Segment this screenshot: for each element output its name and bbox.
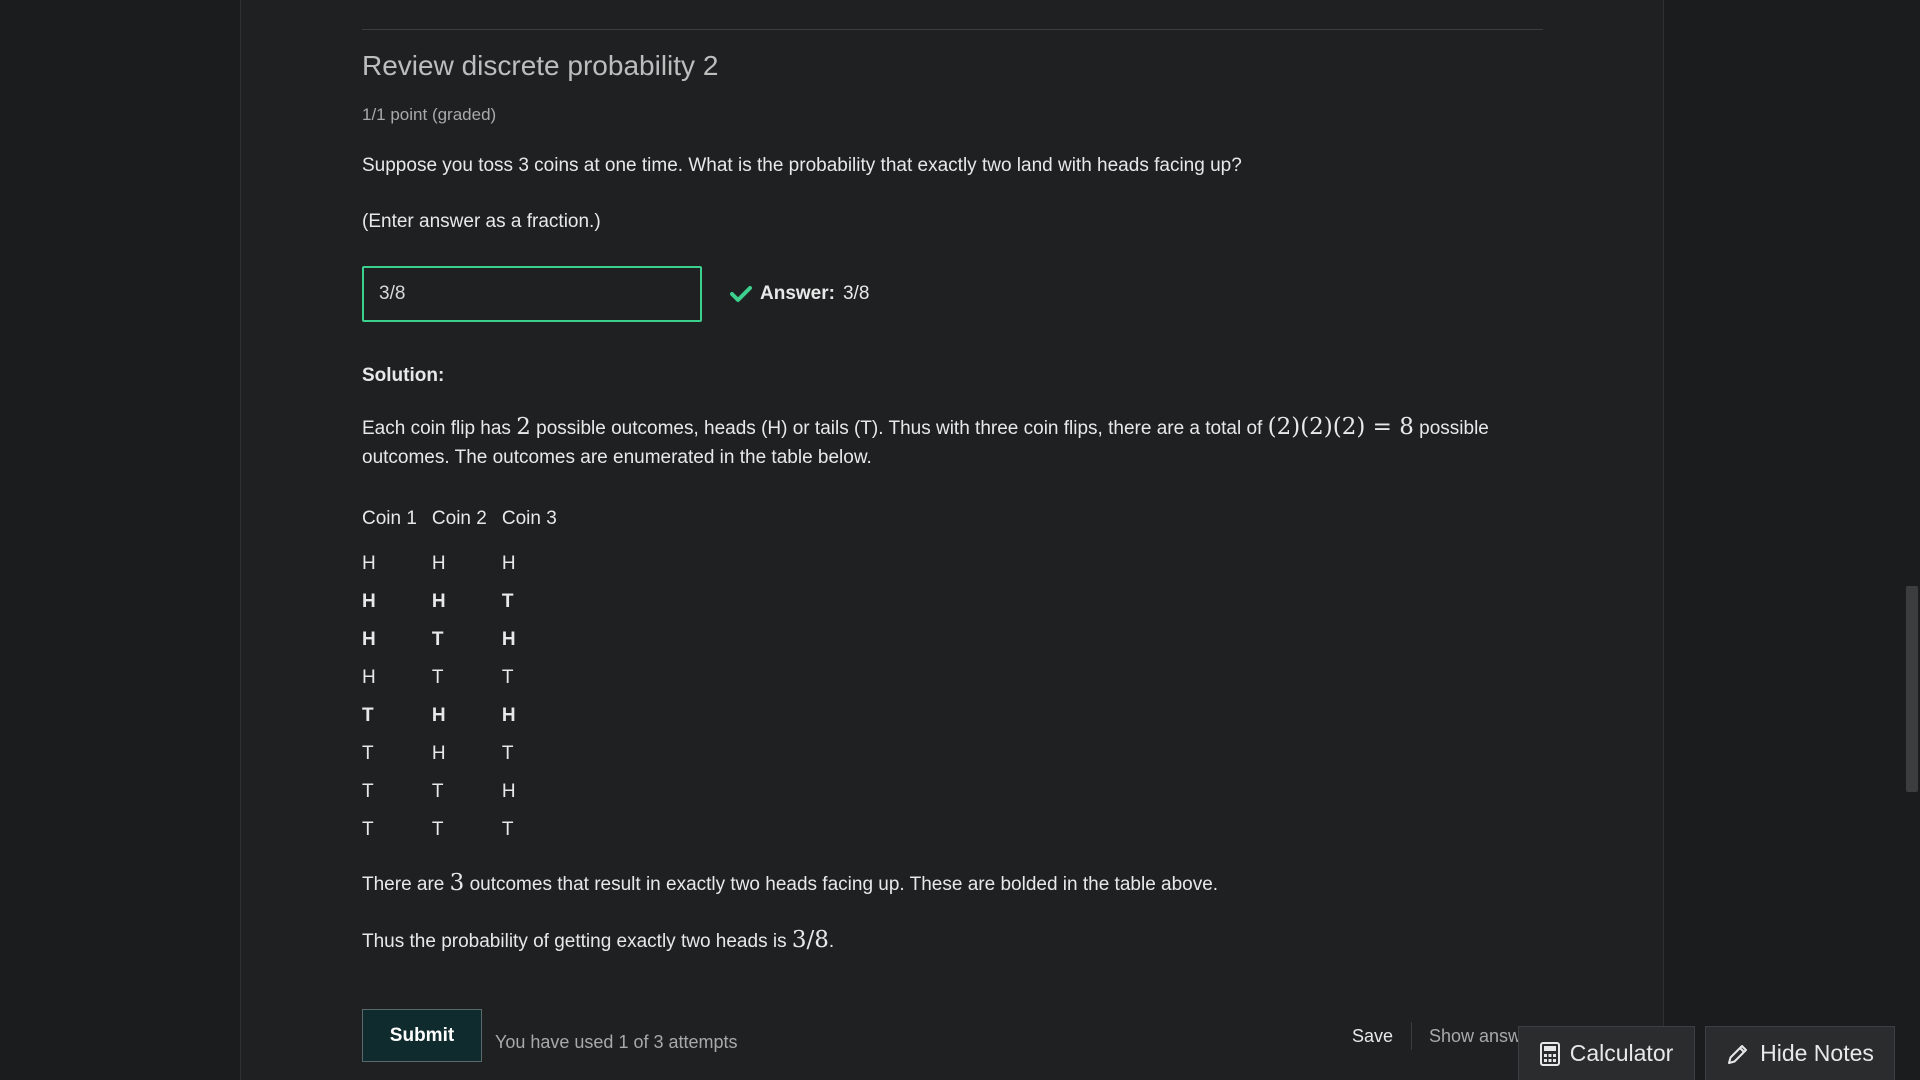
calculator-button[interactable]: Calculator (1518, 1026, 1695, 1080)
solution-text: Thus the probability of getting exactly … (362, 931, 792, 952)
table-cell: T (362, 819, 374, 840)
table-cell: H (431, 705, 446, 726)
solution-heading: Solution: (362, 365, 445, 386)
outcomes-table: Coin 1 Coin 2 Coin 3 HHH HHT HTH HTT THH… (362, 505, 572, 849)
right-gutter (1664, 0, 1904, 1080)
show-answer-button[interactable]: Show answer (1429, 1026, 1519, 1047)
scrollbar-track[interactable] (1904, 0, 1920, 1080)
attempts-text: You have used 1 of 3 attempts (495, 1032, 738, 1052)
checkmark-icon (730, 285, 752, 303)
solution-text: outcomes that result in exactly two head… (464, 874, 1219, 895)
submit-button[interactable]: Submit (362, 1009, 482, 1062)
answer-input[interactable] (362, 266, 702, 322)
section-divider (362, 29, 1543, 30)
table-cell: H (501, 781, 516, 802)
solution-paragraph-3: Thus the probability of getting exactly … (362, 927, 834, 953)
table-cell: H (501, 553, 516, 574)
table-cell: H (362, 553, 376, 574)
solution-text: Each coin flip has (362, 418, 517, 439)
table-header-row: Coin 1 Coin 2 Coin 3 (362, 505, 572, 545)
table-row: TTT (362, 811, 572, 849)
table-row: HHH (362, 545, 572, 583)
table-cell: H (362, 629, 376, 650)
points-label: 1/1 point (graded) (362, 105, 497, 124)
table-cell: T (501, 819, 514, 840)
scrollbar-thumb[interactable] (1906, 586, 1918, 792)
pencil-icon (1726, 1042, 1750, 1066)
table-row: HTT (362, 659, 572, 697)
table-cell: T (362, 781, 374, 802)
solution-text: . (828, 931, 835, 952)
table-cell: H (501, 629, 516, 650)
table-row: HTH (362, 621, 572, 659)
calculator-icon (1539, 1041, 1560, 1066)
question-text: Suppose you toss 3 coins at one time. Wh… (362, 155, 1242, 176)
math-expression: 3 (449, 870, 465, 896)
column-header: Coin 3 (501, 508, 557, 529)
table-cell: T (501, 667, 514, 688)
save-button[interactable]: Save (1352, 1026, 1393, 1047)
table-cell: H (431, 743, 446, 764)
left-gutter (0, 0, 241, 1080)
table-row: HHT (362, 583, 572, 621)
math-expression: (2)(2)(2) = 8 (1267, 414, 1414, 440)
table-cell: T (501, 743, 514, 764)
table-row: THH (362, 697, 572, 735)
solution-paragraph-2: There are 3 outcomes that result in exac… (362, 870, 1218, 896)
math-expression: 2 (516, 414, 531, 440)
column-header: Coin 2 (431, 508, 487, 529)
table-row: TTH (362, 773, 572, 811)
table-cell: H (431, 591, 446, 612)
table-row: THT (362, 735, 572, 773)
table-cell: H (362, 591, 376, 612)
table-cell: T (362, 705, 374, 726)
hide-notes-button[interactable]: Hide Notes (1705, 1026, 1895, 1080)
column-header: Coin 1 (362, 508, 417, 529)
table-cell: H (362, 667, 376, 688)
table-cell: H (431, 553, 446, 574)
table-cell: T (431, 667, 444, 688)
table-cell: T (431, 819, 444, 840)
answer-status: Answer: 3/8 (730, 283, 869, 305)
math-expression: 3/8 (791, 927, 829, 953)
table-cell: H (501, 705, 516, 726)
table-cell: T (431, 629, 444, 650)
hide-notes-label: Hide Notes (1760, 1040, 1874, 1066)
action-separator (1411, 1022, 1412, 1050)
answer-label: Answer: (760, 283, 835, 304)
table-cell: T (362, 743, 374, 764)
answer-value: 3/8 (842, 283, 870, 304)
solution-text: There are (362, 874, 450, 895)
table-cell: T (501, 591, 514, 612)
solution-paragraph-1: Each coin flip has 2 possible outcomes, … (362, 413, 1542, 472)
table-cell: T (431, 781, 444, 802)
calculator-label: Calculator (1569, 1040, 1674, 1066)
solution-text: possible outcomes, heads (H) or tails (T… (530, 418, 1268, 439)
problem-title: Review discrete probability 2 (362, 50, 719, 81)
instruction-text: (Enter answer as a fraction.) (362, 211, 601, 232)
